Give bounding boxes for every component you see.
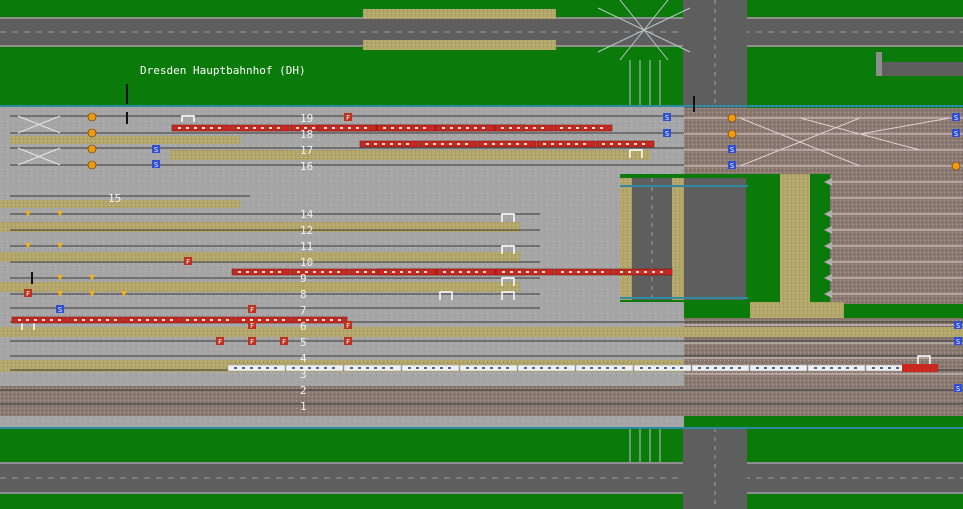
svg-text:S: S [730,162,734,170]
svg-text:S: S [956,385,960,393]
track-number[interactable]: 4 [300,353,307,364]
s-signal[interactable]: S [952,113,960,122]
f-signal[interactable]: F [344,113,352,122]
f-signal[interactable]: F [248,321,256,330]
locomotive[interactable] [902,364,938,372]
s-signal[interactable]: S [152,145,160,154]
track-number[interactable]: 3 [300,369,307,380]
s-signal[interactable]: S [728,145,736,154]
s-signal[interactable]: S [952,129,960,138]
svg-text:S: S [665,130,669,138]
svg-text:F: F [26,290,30,298]
svg-text:S: S [730,146,734,154]
track-number[interactable]: 8 [300,289,307,300]
svg-text:F: F [346,322,350,330]
svg-text:F: F [346,114,350,122]
s-signal[interactable]: S [954,321,962,330]
track-number[interactable]: 16 [300,161,313,172]
x-signal-icon[interactable] [87,160,97,170]
svg-text:S: S [665,114,669,122]
f-signal[interactable]: F [344,337,352,346]
svg-text:S: S [954,130,958,138]
s-signal[interactable]: S [954,337,962,346]
track-number[interactable]: 2 [300,385,307,396]
f-signal[interactable]: F [248,305,256,314]
track-number[interactable]: 10 [300,257,313,268]
svg-text:F: F [218,338,222,346]
svg-text:F: F [282,338,286,346]
svg-text:S: S [58,306,62,314]
train[interactable] [359,140,655,148]
svg-text:S: S [954,114,958,122]
game-viewport[interactable]: S S S S S S S S S S S S F F F F F F F F … [0,0,963,509]
track-number[interactable]: 7 [300,305,307,316]
f-signal[interactable]: F [24,289,32,298]
x-signal-icon[interactable] [87,128,97,138]
track-number[interactable]: 9 [300,273,307,284]
track-number[interactable]: 17 [300,145,313,156]
x-signal-icon[interactable] [87,112,97,122]
f-signal[interactable]: F [184,257,192,266]
station-title: Dresden Hauptbahnhof (DH) [140,64,306,77]
f-signal[interactable]: F [344,321,352,330]
svg-text:S: S [154,146,158,154]
svg-text:F: F [250,322,254,330]
x-signal-icon[interactable] [951,161,961,171]
s-signal[interactable]: S [663,129,671,138]
svg-text:S: S [154,161,158,169]
track-number[interactable]: 14 [300,209,313,220]
svg-text:S: S [956,338,960,346]
track-number[interactable]: 1 [300,401,307,412]
svg-text:F: F [186,258,190,266]
track-number[interactable]: 5 [300,337,307,348]
train[interactable] [377,268,673,276]
track-number[interactable]: 15 [108,193,121,204]
svg-text:F: F [250,338,254,346]
f-signal[interactable]: F [280,337,288,346]
s-signal[interactable]: S [663,113,671,122]
f-signal[interactable]: F [216,337,224,346]
s-signal[interactable]: S [954,384,962,393]
train[interactable] [317,124,613,132]
track-number[interactable]: 6 [300,321,307,332]
x-signal-icon[interactable] [727,129,737,139]
svg-text:F: F [346,338,350,346]
s-signal[interactable]: S [152,160,160,169]
track-number[interactable]: 18 [300,129,313,140]
x-signal-icon[interactable] [87,144,97,154]
svg-text:S: S [956,322,960,330]
x-signal-icon[interactable] [727,113,737,123]
svg-text:F: F [250,306,254,314]
track-number[interactable]: 11 [300,241,313,252]
s-signal[interactable]: S [728,161,736,170]
s-signal[interactable]: S [56,305,64,314]
track-number[interactable]: 19 [300,113,313,124]
f-signal[interactable]: F [248,337,256,346]
track-number[interactable]: 12 [300,225,313,236]
